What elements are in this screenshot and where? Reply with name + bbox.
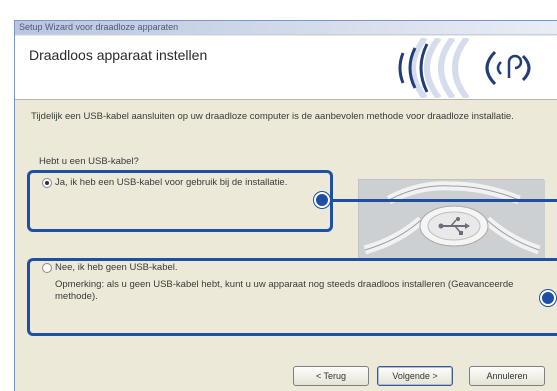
back-button[interactable]: < Terug	[293, 366, 369, 386]
highlight-option-no	[27, 258, 557, 336]
callout-dot-no	[540, 290, 556, 306]
usb-cable-image	[358, 179, 545, 260]
highlight-option-yes	[27, 170, 333, 232]
next-button[interactable]: Volgende >	[377, 366, 453, 386]
wizard-header: Draadloos apparaat instellen	[15, 36, 557, 100]
callout-line-yes	[331, 199, 557, 202]
callout-dot-yes	[314, 192, 330, 208]
window-title: Setup Wizard voor draadloze apparaten	[19, 22, 179, 32]
title-bar: Setup Wizard voor draadloze apparaten	[15, 21, 557, 35]
page-title: Draadloos apparaat instellen	[29, 47, 208, 63]
instruction-text: Tijdelijk een USB-kabel aansluiten op uw…	[31, 111, 514, 122]
usb-cable-icon	[359, 180, 545, 260]
usb-question: Hebt u een USB-kabel?	[39, 156, 139, 167]
cancel-button[interactable]: Annuleren	[469, 366, 545, 386]
wifi-signal-icon	[398, 38, 531, 98]
